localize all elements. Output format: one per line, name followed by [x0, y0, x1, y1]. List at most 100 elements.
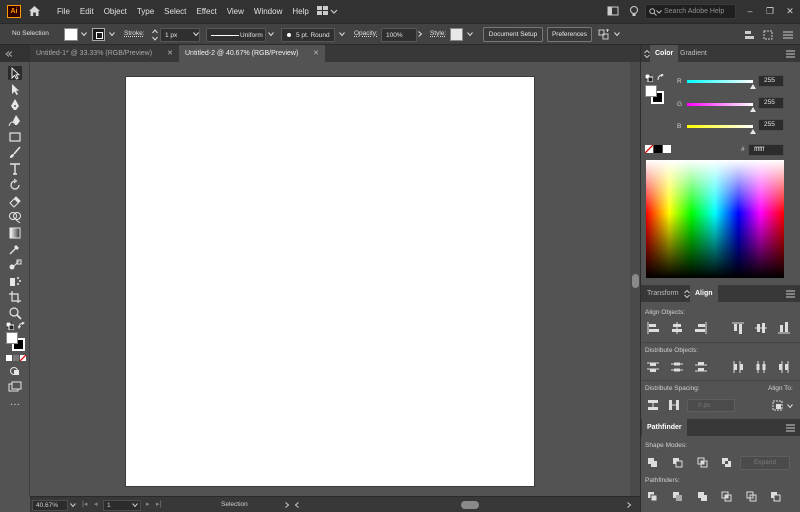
none-swatch[interactable]	[645, 145, 653, 153]
workspace-switcher-icon[interactable]	[316, 5, 338, 17]
vertical-distribute-space-icon[interactable]	[646, 398, 660, 412]
shape-builder-tool[interactable]	[8, 210, 22, 224]
chevron-right-icon[interactable]	[417, 31, 423, 37]
panel-menu-icon[interactable]	[786, 424, 795, 432]
stroke-swatch[interactable]	[92, 28, 105, 41]
chevron-down-icon[interactable]	[467, 31, 473, 37]
stepper-icon[interactable]	[152, 28, 158, 42]
align-left-icon[interactable]	[646, 321, 660, 335]
r-slider[interactable]	[687, 80, 753, 83]
screen-mode-tool[interactable]	[8, 380, 22, 394]
style-label[interactable]: Style:	[430, 30, 446, 37]
zoom-tool[interactable]	[8, 306, 22, 320]
artboard[interactable]	[126, 77, 534, 486]
chevron-left-icon[interactable]	[294, 502, 300, 508]
close-icon[interactable]: ✕	[313, 45, 319, 62]
scroll-thumb[interactable]	[632, 274, 639, 288]
crop-icon[interactable]	[720, 490, 734, 504]
chevron-right-icon[interactable]	[626, 502, 632, 508]
arrange-icon[interactable]	[598, 29, 610, 41]
horizontal-scroll-thumb[interactable]	[461, 501, 479, 509]
paintbrush-tool[interactable]	[8, 146, 22, 160]
minus-back-icon[interactable]	[769, 490, 783, 504]
white-swatch[interactable]	[663, 145, 671, 153]
rotate-tool[interactable]	[8, 178, 22, 192]
swap-fill-stroke-icon[interactable]	[657, 73, 665, 82]
g-value-field[interactable]: 255	[758, 97, 784, 109]
intersect-icon[interactable]	[696, 456, 710, 470]
eraser-tool[interactable]	[8, 194, 22, 208]
merge-icon[interactable]	[696, 490, 710, 504]
align-right-icon[interactable]	[694, 321, 708, 335]
hex-field[interactable]: ffffff	[748, 144, 784, 156]
artboard-tool[interactable]	[8, 290, 22, 304]
curvature-tool[interactable]	[8, 114, 22, 128]
horizontal-distribute-space-icon[interactable]	[667, 398, 681, 412]
tab-pathfinder[interactable]: Pathfinder	[642, 419, 687, 436]
direct-selection-tool[interactable]	[8, 82, 22, 96]
transform-panel-icon[interactable]	[762, 29, 774, 41]
menu-help[interactable]: Help	[287, 7, 313, 16]
tab-untitled-1[interactable]: Untitled-1* @ 33.33% (RGB/Preview) ✕	[30, 45, 179, 62]
menu-edit[interactable]: Edit	[75, 7, 99, 16]
fill-indicator[interactable]	[645, 85, 657, 97]
more-tools-icon[interactable]: ···	[9, 400, 21, 410]
tab-gradient[interactable]: Gradient	[675, 45, 712, 62]
first-artboard-icon[interactable]: |◂	[82, 500, 87, 508]
align-horizontal-center-icon[interactable]	[670, 321, 684, 335]
minimize-button[interactable]: –	[742, 3, 758, 19]
b-slider-knob[interactable]	[750, 129, 756, 134]
panel-menu-icon[interactable]	[786, 290, 795, 298]
menu-view[interactable]: View	[222, 7, 249, 16]
pen-tool[interactable]	[8, 98, 22, 112]
zoom-field[interactable]: 40.67%	[32, 500, 68, 511]
expand-button[interactable]: Expand	[740, 456, 790, 470]
brush-select[interactable]: 5 pt. Round	[281, 28, 335, 42]
distribute-vertical-center-icon[interactable]	[670, 360, 684, 374]
chevron-down-icon[interactable]	[81, 31, 87, 37]
menu-window[interactable]: Window	[249, 7, 287, 16]
menu-type[interactable]: Type	[132, 7, 159, 16]
help-search-input[interactable]: Search Adobe Help	[645, 4, 736, 19]
tab-align[interactable]: Align	[690, 285, 718, 302]
panel-menu-icon[interactable]	[782, 30, 794, 40]
align-vertical-center-icon[interactable]	[754, 321, 768, 335]
default-colors-icon[interactable]	[5, 321, 15, 331]
g-slider-knob[interactable]	[750, 107, 756, 112]
unite-icon[interactable]	[646, 456, 660, 470]
drawing-mode-tool[interactable]	[8, 364, 22, 378]
outline-icon[interactable]	[745, 490, 759, 504]
distribute-left-icon[interactable]	[731, 360, 745, 374]
rectangle-tool[interactable]	[8, 130, 22, 144]
prev-artboard-icon[interactable]: ◂	[94, 500, 98, 508]
stroke-profile-select[interactable]: Uniform	[206, 28, 266, 42]
fill-indicator[interactable]	[6, 332, 18, 344]
graphic-style-swatch[interactable]	[450, 28, 463, 41]
align-bottom-icon[interactable]	[777, 321, 791, 335]
preferences-button[interactable]: Preferences	[547, 27, 592, 42]
close-button[interactable]: ✕	[782, 3, 798, 19]
menu-select[interactable]: Select	[159, 7, 191, 16]
minus-front-icon[interactable]	[671, 456, 685, 470]
opacity-label[interactable]: Opacity:	[354, 30, 378, 37]
close-icon[interactable]: ✕	[167, 45, 173, 62]
document-setup-button[interactable]: Document Setup	[483, 27, 543, 42]
arrange-documents-icon[interactable]	[607, 5, 619, 17]
restore-button[interactable]: ❐	[762, 3, 778, 19]
chevron-down-icon[interactable]	[70, 502, 76, 508]
distribute-right-icon[interactable]	[777, 360, 791, 374]
distribute-top-icon[interactable]	[646, 360, 660, 374]
tab-transform[interactable]: Transform	[642, 285, 684, 302]
color-fill-stroke-indicator[interactable]	[645, 85, 665, 105]
opacity-field[interactable]: 100%	[381, 28, 417, 42]
next-artboard-icon[interactable]: ▸	[146, 500, 150, 508]
r-slider-knob[interactable]	[750, 84, 756, 89]
tab-untitled-2[interactable]: Untitled-2 @ 40.67% (RGB/Preview) ✕	[179, 45, 325, 62]
panel-menu-icon[interactable]	[786, 50, 795, 58]
vertical-scrollbar[interactable]	[630, 62, 640, 496]
home-icon[interactable]	[28, 5, 41, 17]
chevron-down-icon[interactable]	[268, 31, 274, 37]
lightbulb-icon[interactable]	[628, 5, 640, 17]
fill-stroke-indicator[interactable]	[6, 332, 26, 352]
gradient-mode-icon[interactable]	[13, 355, 19, 361]
